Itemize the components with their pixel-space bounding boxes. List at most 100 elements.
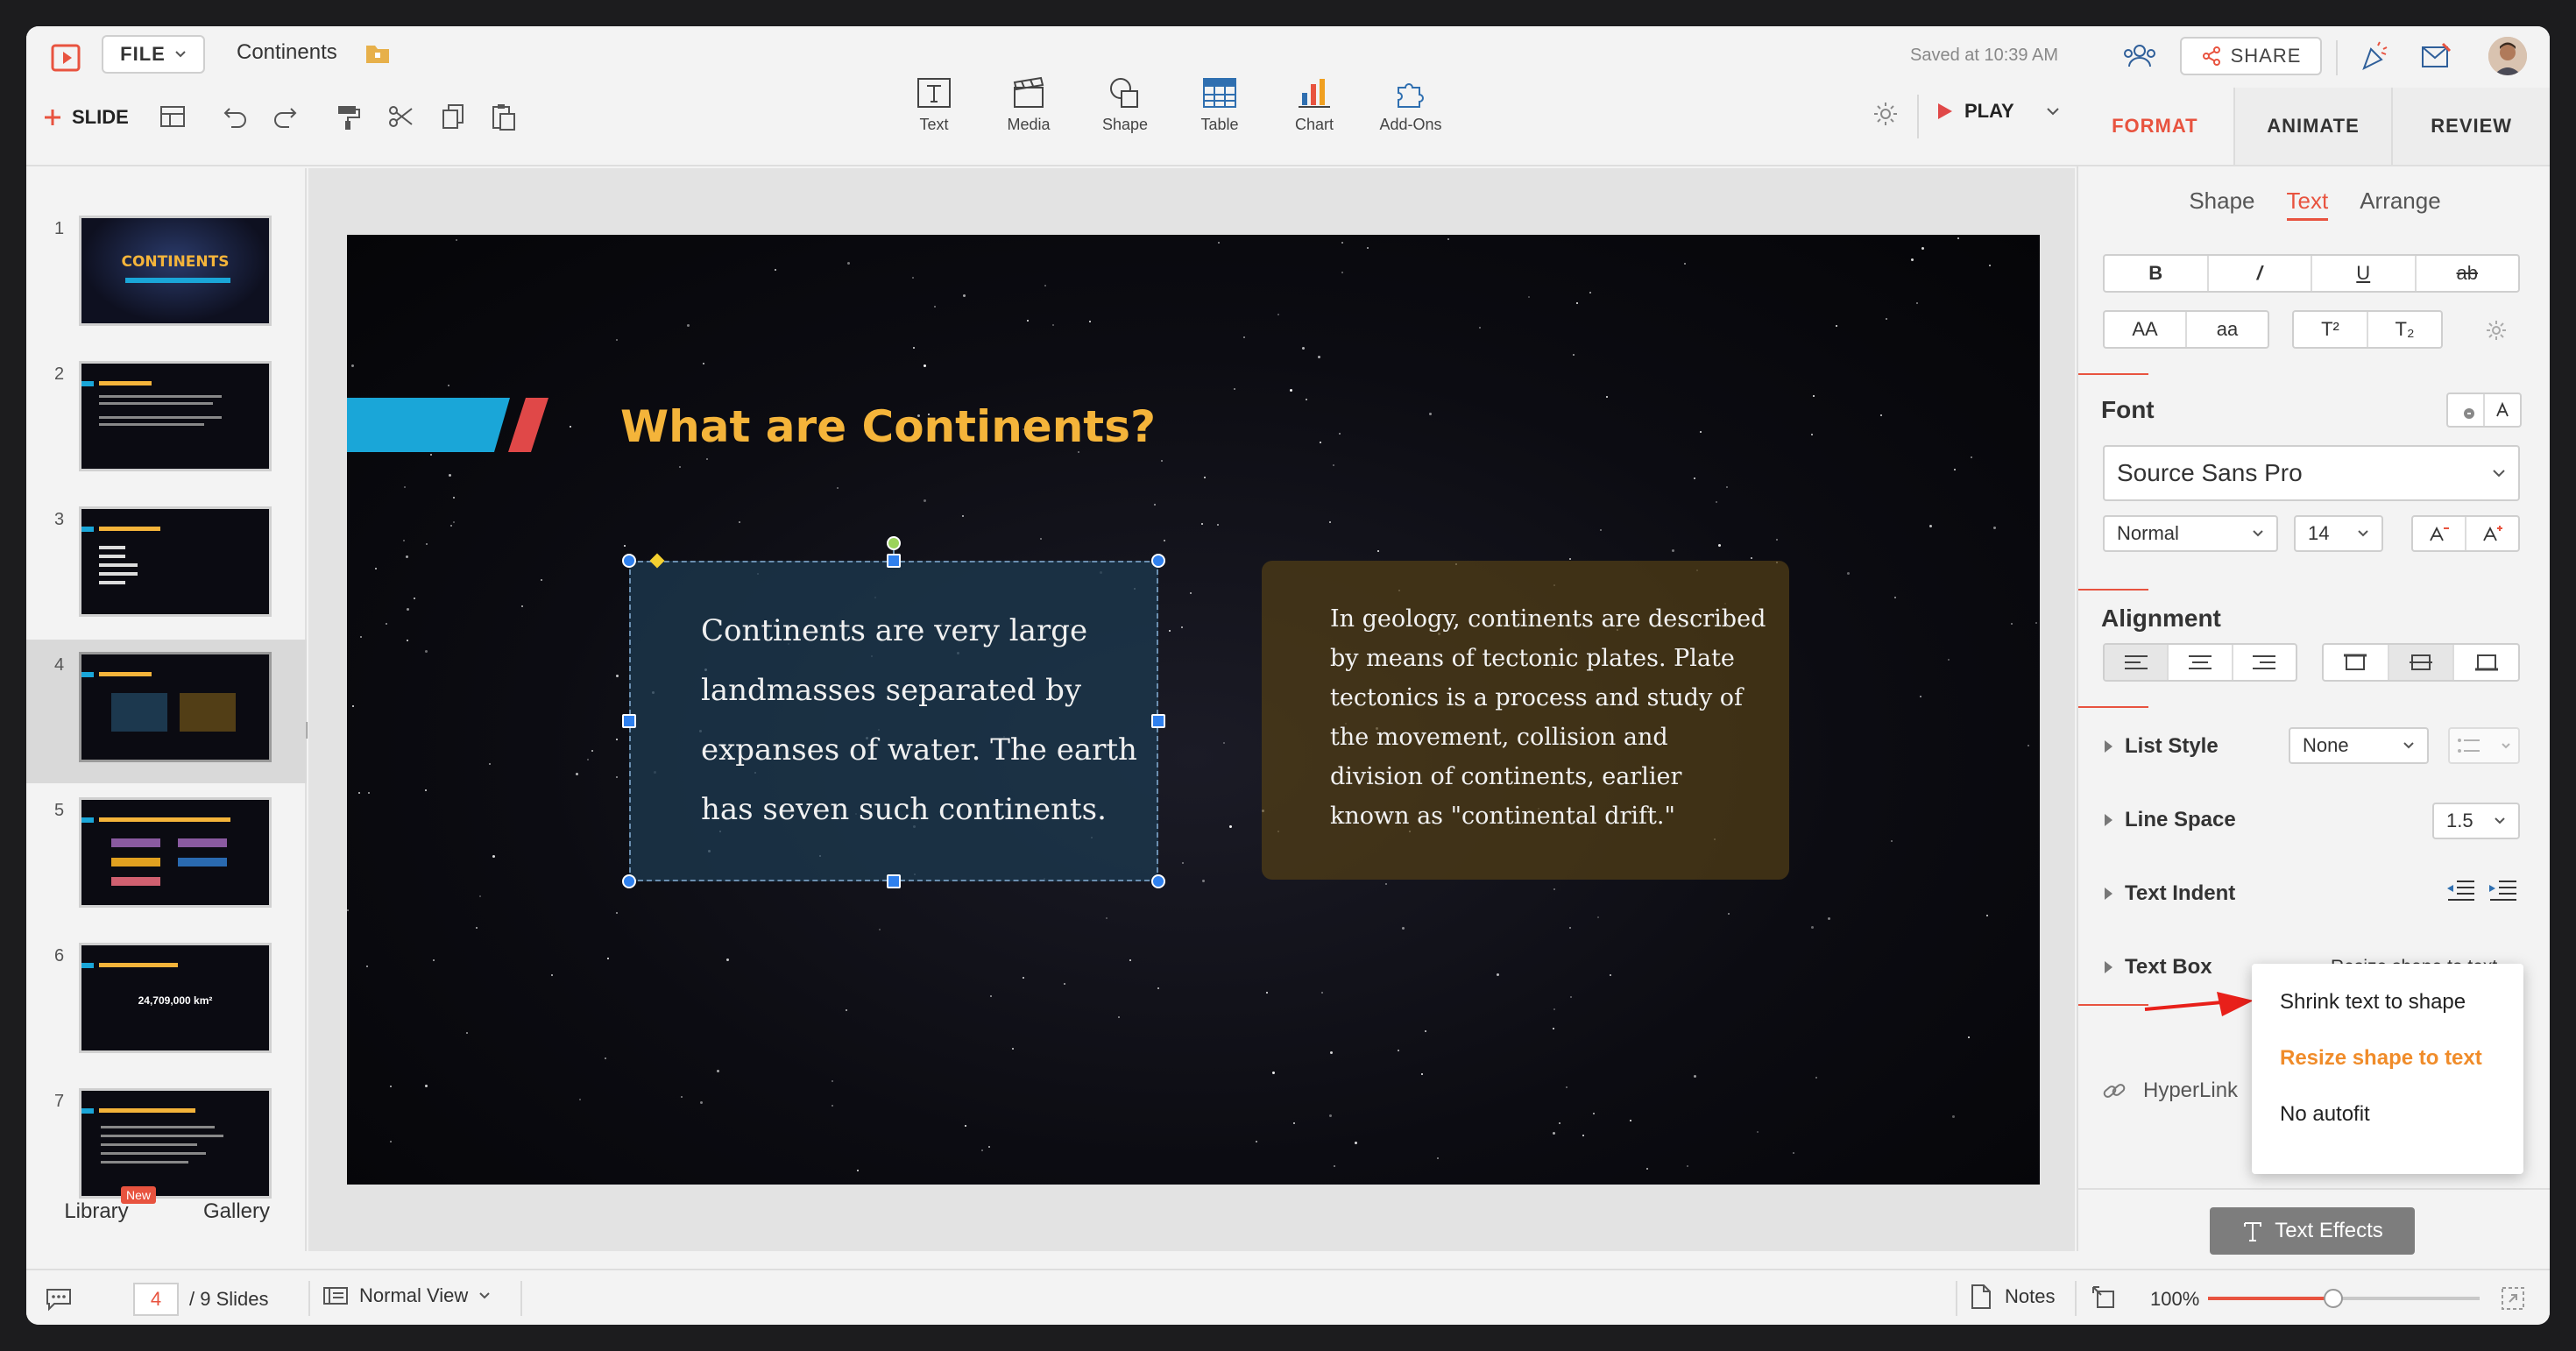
file-menu-button[interactable]: FILE (102, 35, 205, 74)
view-mode-select[interactable]: Normal View (322, 1284, 491, 1307)
slide-thumbnail-3[interactable]: 3 (26, 494, 307, 638)
underline-button[interactable]: U (2312, 256, 2417, 291)
zoom-level[interactable]: 100% (2150, 1288, 2199, 1311)
document-title[interactable]: Continents (237, 40, 337, 65)
resize-handle[interactable] (887, 554, 901, 568)
list-style-select[interactable]: None (2289, 727, 2429, 764)
feedback-mail-icon[interactable] (2418, 39, 2453, 74)
geology-text-box[interactable]: In geology, continents are described by … (1262, 561, 1789, 880)
text-box-toggle[interactable]: Text Box (2105, 955, 2212, 980)
menu-option-no-autofit[interactable]: No autofit (2280, 1102, 2370, 1127)
menu-option-shrink-text[interactable]: Shrink text to shape (2280, 990, 2466, 1015)
settings-gear-icon[interactable] (1870, 98, 1905, 133)
strikethrough-button[interactable]: ab (2417, 256, 2519, 291)
lowercase-button[interactable]: aa (2187, 312, 2268, 347)
insert-media-button[interactable]: Media (985, 75, 1072, 159)
selected-text-box[interactable]: Continents are very large landmasses sep… (629, 561, 1158, 881)
line-space-toggle[interactable]: Line Space (2105, 808, 2236, 832)
undo-icon[interactable] (221, 102, 256, 137)
folder-icon[interactable] (364, 42, 391, 65)
align-left-button[interactable] (2105, 645, 2169, 680)
slide-thumbnail-1[interactable]: 1 CONTINENTS (26, 203, 307, 347)
redo-icon[interactable] (270, 102, 305, 137)
font-size-select[interactable]: 14 (2294, 515, 2383, 552)
notes-button[interactable]: Notes (1970, 1283, 2055, 1311)
gallery-tab[interactable]: Gallery (166, 1172, 307, 1251)
list-style-toggle[interactable]: List Style (2105, 734, 2219, 759)
list-type-select[interactable] (2448, 727, 2520, 764)
paste-icon[interactable] (489, 102, 524, 137)
menu-option-resize-shape[interactable]: Resize shape to text (2280, 1046, 2482, 1071)
current-page-input[interactable]: 4 (133, 1283, 179, 1316)
font-color-button[interactable] (2448, 394, 2485, 426)
subtab-arrange[interactable]: Arrange (2360, 187, 2441, 221)
resize-handle[interactable] (1151, 874, 1165, 888)
slide-thumbnail-6[interactable]: 6 24,709,000 km² (26, 930, 307, 1074)
font-family-select[interactable]: Source Sans Pro (2103, 445, 2520, 501)
bold-button[interactable]: B (2105, 256, 2209, 291)
text-effects-button[interactable]: Text Effects (2210, 1207, 2415, 1255)
tab-review[interactable]: REVIEW (2391, 88, 2550, 165)
superscript-button[interactable]: T² (2294, 312, 2368, 347)
zoom-slider-knob[interactable] (2324, 1289, 2343, 1308)
align-right-button[interactable] (2233, 645, 2296, 680)
user-avatar[interactable] (2488, 37, 2527, 75)
line-space-select[interactable]: 1.5 (2432, 803, 2520, 839)
share-button[interactable]: SHARE (2180, 37, 2322, 75)
align-bottom-button[interactable] (2454, 645, 2518, 680)
resize-handle[interactable] (622, 714, 636, 728)
hyperlink-row[interactable]: HyperLink (2101, 1078, 2238, 1104)
text-box-content[interactable]: In geology, continents are described by … (1330, 599, 1768, 836)
insert-text-button[interactable]: Text (890, 75, 978, 159)
decrease-font-size-button[interactable] (2413, 517, 2466, 550)
subtab-text[interactable]: Text (2286, 187, 2329, 221)
resize-handle[interactable] (622, 554, 636, 568)
align-middle-button[interactable] (2388, 645, 2455, 680)
insert-addons-button[interactable]: Add-Ons (1367, 75, 1454, 159)
decrease-indent-icon[interactable] (2445, 878, 2476, 902)
rotate-handle[interactable] (887, 536, 901, 550)
subtab-shape[interactable]: Shape (2189, 187, 2254, 221)
slide-canvas[interactable]: What are Continents? Continents are very… (347, 235, 2040, 1185)
subscript-button[interactable]: T₂ (2368, 312, 2441, 347)
uppercase-button[interactable]: AA (2105, 312, 2187, 347)
collaborators-icon[interactable] (2120, 40, 2159, 72)
text-indent-toggle[interactable]: Text Indent (2105, 881, 2235, 906)
text-box-content[interactable]: Continents are very large landmasses sep… (701, 601, 1157, 839)
align-top-button[interactable] (2324, 645, 2389, 680)
slide-title[interactable]: What are Continents? (620, 401, 1156, 452)
font-highlight-button[interactable] (2485, 394, 2520, 426)
paint-format-icon[interactable] (333, 102, 368, 137)
play-options-chevron-icon[interactable] (2045, 105, 2061, 117)
font-weight-select[interactable]: Normal (2103, 515, 2278, 552)
slide-thumbnail-4[interactable]: 4 (26, 640, 307, 783)
italic-button[interactable]: / (2209, 256, 2312, 291)
increase-indent-icon[interactable] (2487, 878, 2518, 902)
chat-icon[interactable] (44, 1284, 74, 1312)
insert-table-button[interactable]: Table (1176, 75, 1263, 159)
resize-handle[interactable] (1151, 554, 1165, 568)
fit-to-window-icon[interactable] (2091, 1284, 2119, 1312)
zoom-slider-track[interactable] (2208, 1297, 2480, 1300)
cut-icon[interactable] (386, 102, 421, 137)
align-center-button[interactable] (2169, 645, 2233, 680)
layout-icon[interactable] (158, 102, 193, 137)
play-button[interactable]: PLAY (1936, 100, 2014, 123)
resize-handle[interactable] (622, 874, 636, 888)
resize-handle[interactable] (887, 874, 901, 888)
insert-chart-button[interactable]: Chart (1270, 75, 1358, 159)
fullscreen-icon[interactable] (2499, 1284, 2527, 1312)
slide-thumbnail-2[interactable]: 2 (26, 349, 307, 492)
app-logo-icon[interactable] (49, 40, 84, 75)
resize-handle[interactable] (1151, 714, 1165, 728)
tab-format[interactable]: FORMAT (2077, 88, 2233, 165)
text-settings-gear-icon[interactable] (2483, 317, 2509, 343)
tab-animate[interactable]: ANIMATE (2233, 88, 2392, 165)
slide-thumbnail-5[interactable]: 5 (26, 785, 307, 929)
add-slide-button[interactable]: SLIDE (42, 100, 129, 135)
increase-font-size-button[interactable] (2466, 517, 2518, 550)
insert-shape-button[interactable]: Shape (1081, 75, 1169, 159)
copy-icon[interactable] (438, 102, 473, 137)
whats-new-icon[interactable] (2357, 39, 2392, 74)
library-tab[interactable]: Library New (26, 1172, 166, 1251)
